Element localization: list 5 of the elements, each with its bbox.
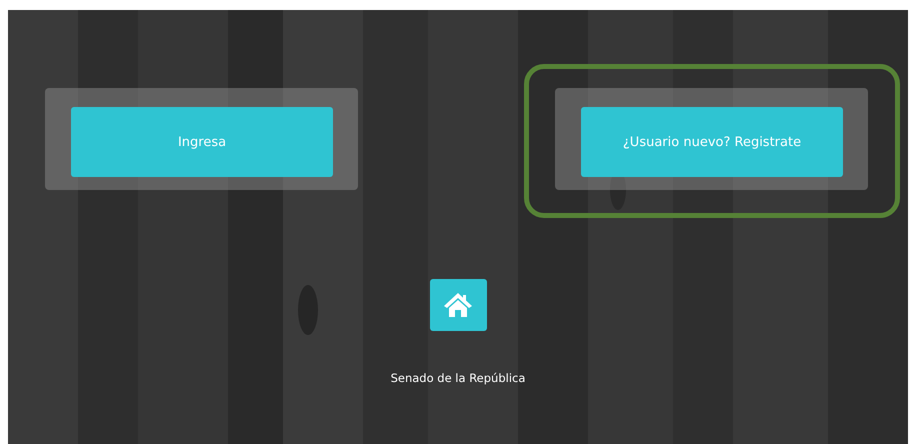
caption: Senado de la República [390,371,526,385]
home-button[interactable] [430,279,486,331]
home-icon [443,292,473,318]
menu-button[interactable]: ¿Usuario nuevo? Registrate [581,107,843,177]
menu-button[interactable]: Ingresa [71,107,333,177]
